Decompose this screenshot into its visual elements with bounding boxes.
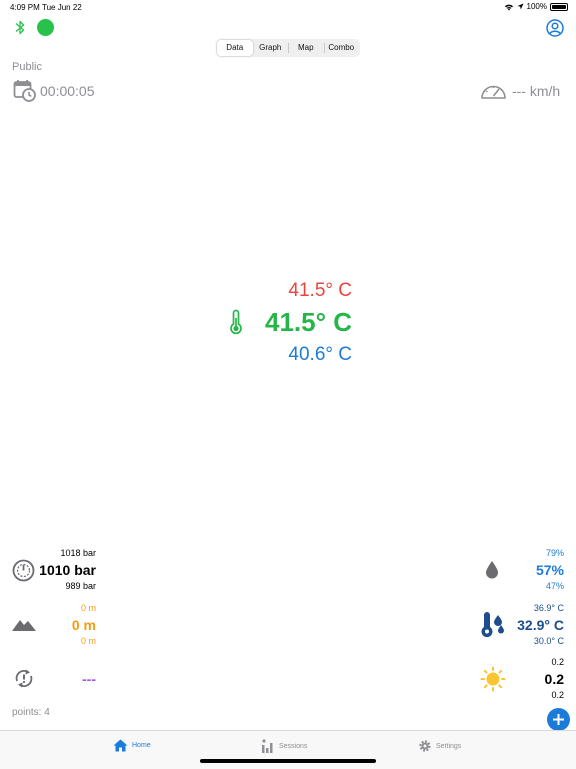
session-visibility-label: Public bbox=[12, 61, 42, 73]
gear-icon bbox=[419, 740, 431, 752]
status-bar: 4:09 PM Tue Jun 22 100% bbox=[0, 0, 576, 14]
profile-icon[interactable] bbox=[546, 19, 564, 37]
pressure-current: 1010 bar bbox=[39, 562, 96, 578]
humidity-current: 57% bbox=[535, 562, 564, 578]
speed-value: --- km/h bbox=[512, 83, 561, 99]
pressure-min: 989 bar bbox=[65, 581, 96, 591]
humidity-min: 47% bbox=[545, 581, 564, 591]
sessions-icon bbox=[262, 739, 273, 753]
dew-point-max: 36.9° C bbox=[533, 603, 564, 613]
status-right: 100% bbox=[504, 2, 568, 11]
humidity-drop-icon bbox=[486, 561, 498, 579]
rotation-value: --- bbox=[82, 671, 96, 687]
calendar-clock-icon bbox=[13, 80, 36, 102]
temperature-min: 40.6° C bbox=[288, 344, 352, 365]
humidity-max: 79% bbox=[545, 548, 564, 558]
home-icon bbox=[113, 739, 128, 752]
tab-home-label: Home bbox=[132, 742, 151, 749]
battery-icon bbox=[550, 2, 568, 11]
altitude-min: 0 m bbox=[80, 636, 96, 646]
altitude-max: 0 m bbox=[80, 603, 96, 613]
status-time: 4:09 PM bbox=[10, 3, 40, 12]
tab-bar: Home Sessions Settings bbox=[0, 730, 576, 769]
session-duration: 00:00:05 bbox=[40, 83, 95, 99]
location-icon bbox=[517, 3, 524, 10]
view-segmented-control[interactable]: Data Graph Map Combo bbox=[216, 39, 360, 57]
rotation-alert-icon bbox=[15, 669, 33, 688]
tab-home[interactable]: Home bbox=[113, 739, 151, 752]
uv-min: 0.2 bbox=[551, 690, 564, 700]
plus-icon bbox=[553, 714, 564, 725]
tab-sessions[interactable]: Sessions bbox=[261, 739, 307, 753]
segment-data[interactable]: Data bbox=[217, 40, 253, 56]
segment-map[interactable]: Map bbox=[288, 40, 324, 56]
status-date: Tue Jun 22 bbox=[42, 3, 82, 12]
tab-settings-label: Settings bbox=[436, 742, 462, 750]
add-button[interactable] bbox=[547, 708, 570, 731]
tab-sessions-label: Sessions bbox=[279, 742, 308, 750]
battery-percent: 100% bbox=[526, 2, 547, 11]
tab-settings[interactable]: Settings bbox=[418, 739, 461, 753]
points-count: points: 4 bbox=[12, 707, 50, 718]
segment-combo[interactable]: Combo bbox=[323, 40, 360, 56]
speedometer-icon bbox=[481, 85, 506, 99]
bluetooth-icon[interactable] bbox=[14, 19, 26, 36]
temperature-max: 41.5° C bbox=[288, 280, 352, 301]
temperature-current: 41.5° C bbox=[264, 307, 352, 337]
wifi-icon bbox=[504, 4, 513, 10]
dew-point-min: 30.0° C bbox=[533, 636, 564, 646]
uv-current: 0.2 bbox=[544, 671, 564, 687]
connection-status-indicator bbox=[37, 19, 54, 36]
home-indicator bbox=[200, 759, 376, 763]
altitude-current: 0 m bbox=[71, 617, 96, 633]
uv-max: 0.2 bbox=[551, 657, 564, 667]
segment-graph[interactable]: Graph bbox=[253, 40, 289, 56]
dew-point-current: 32.9° C bbox=[517, 617, 564, 633]
pressure-max: 1018 bar bbox=[60, 548, 96, 558]
